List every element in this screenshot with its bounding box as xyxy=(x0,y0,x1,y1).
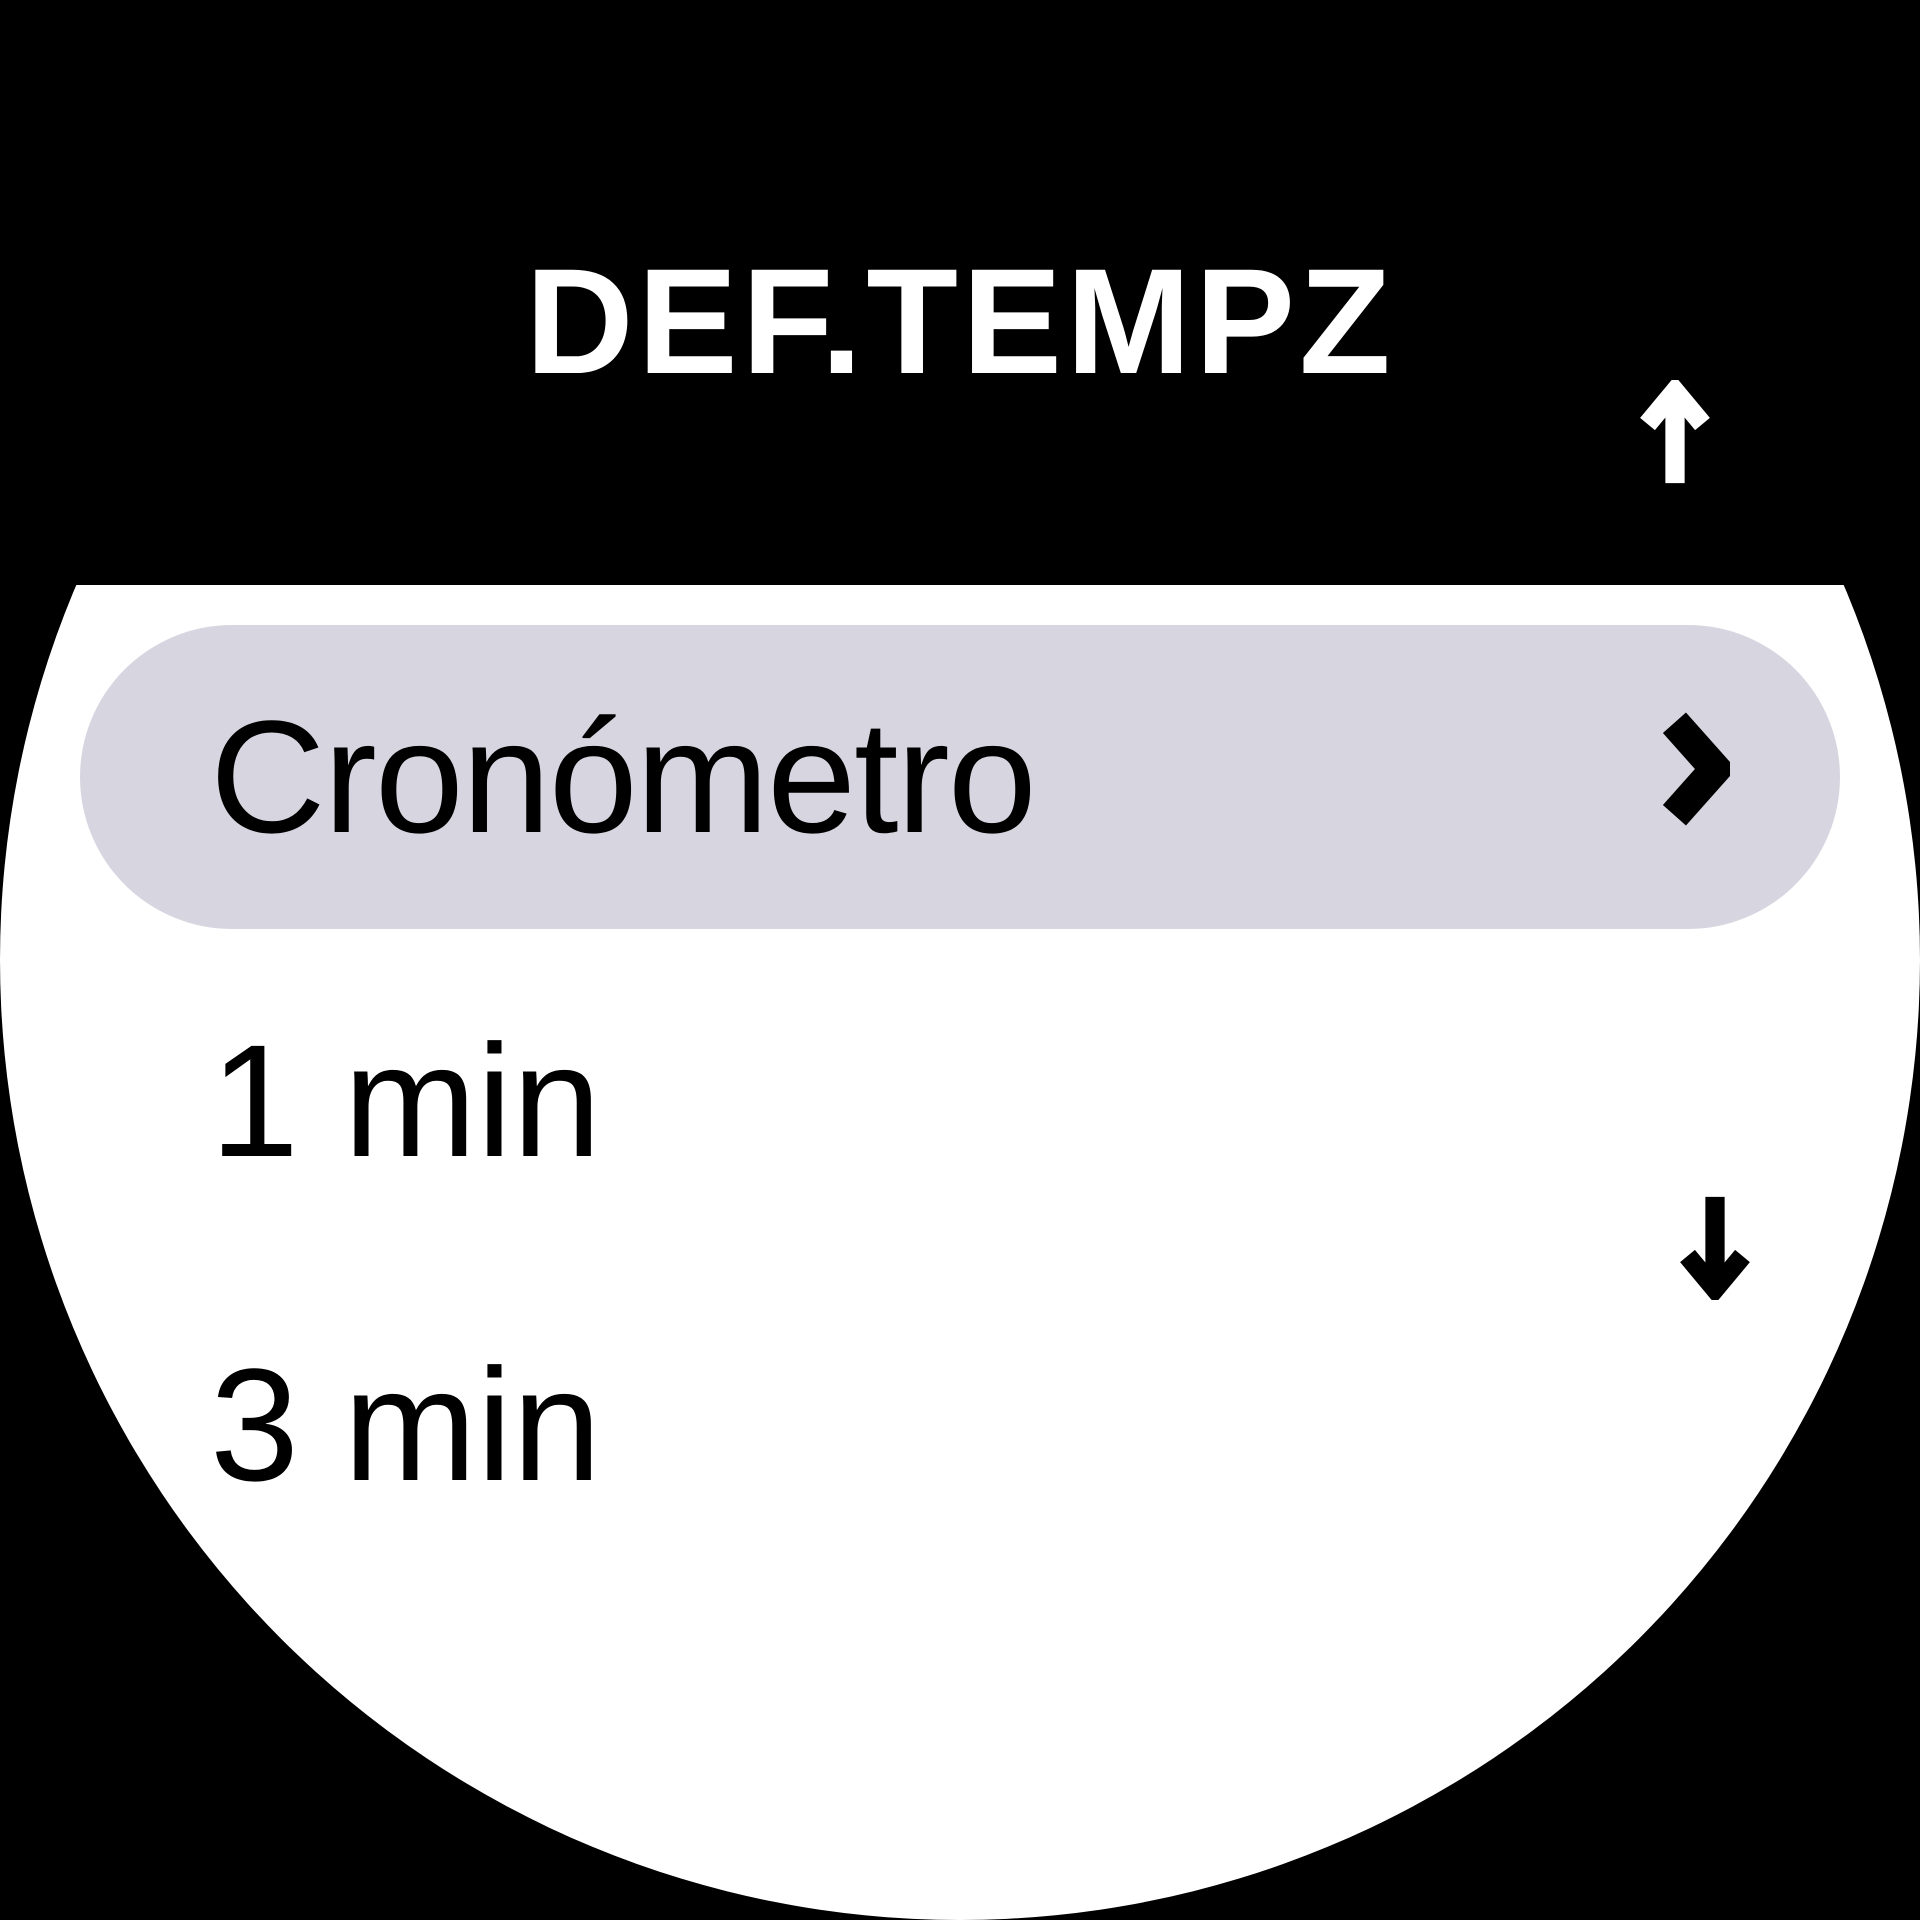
option-label: 3 min xyxy=(210,1335,601,1514)
chevron-right-icon xyxy=(1660,702,1730,852)
option-cronometro[interactable]: Cronómetro xyxy=(80,625,1840,929)
option-label: Cronómetro xyxy=(210,685,1035,869)
scroll-up-icon[interactable] xyxy=(1630,380,1720,495)
watch-face: DEF.TEMPZ Cronómetro 1 min 3 min xyxy=(0,0,1920,1920)
options-list: Cronómetro 1 min 3 min xyxy=(0,585,1920,1920)
option-1min[interactable]: 1 min xyxy=(80,969,1840,1233)
option-3min[interactable]: 3 min xyxy=(80,1293,1840,1557)
option-label: 1 min xyxy=(210,1011,601,1190)
scroll-down-icon[interactable] xyxy=(1670,1190,1760,1305)
